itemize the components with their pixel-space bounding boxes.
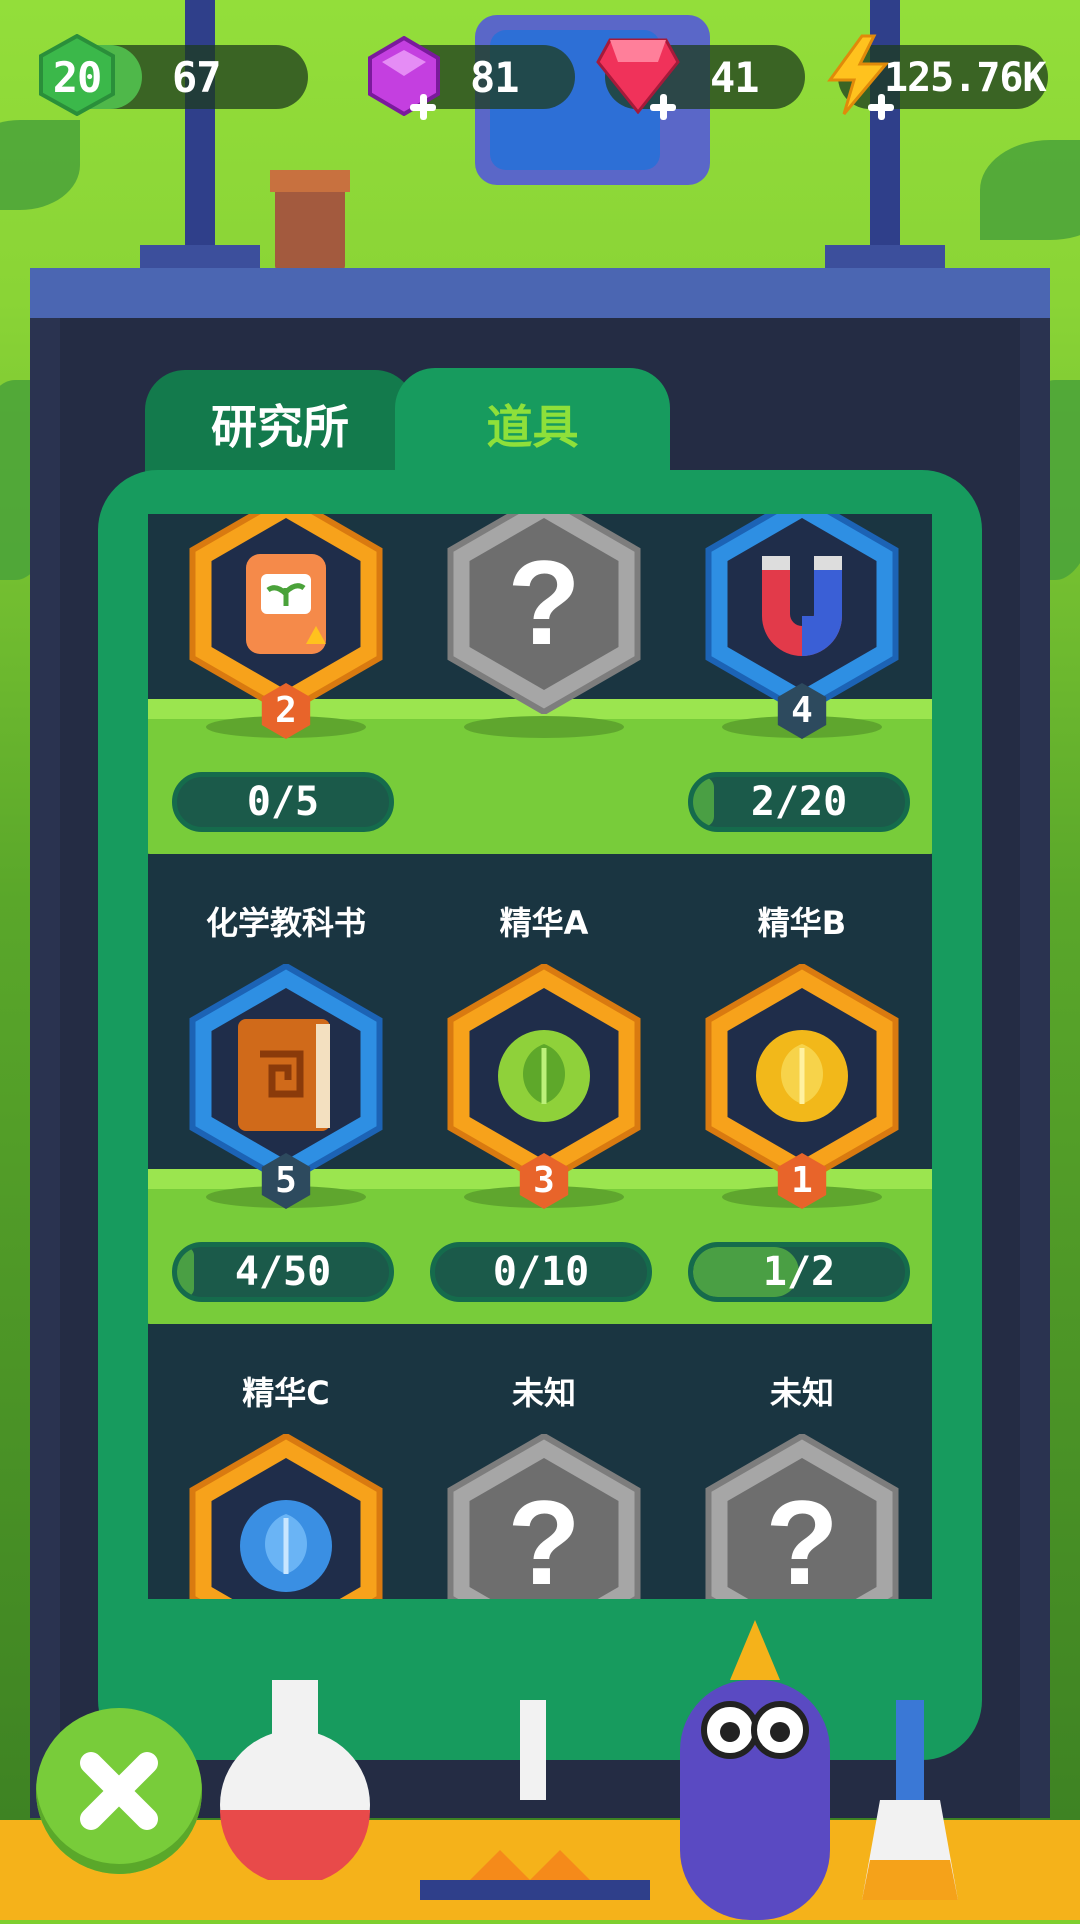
item-level-value: 4 xyxy=(791,690,813,731)
item-slot[interactable] xyxy=(434,964,654,1184)
yellow-essence-icon xyxy=(756,1030,848,1122)
item-level-badge: 5 xyxy=(256,1152,316,1210)
blue-essence-icon xyxy=(240,1500,332,1592)
item-level-value: 1 xyxy=(791,1160,813,1201)
item-name: 未知 xyxy=(769,1374,834,1412)
item-slot[interactable] xyxy=(692,964,912,1184)
item-name: 精华B xyxy=(757,904,847,942)
item-slot[interactable]: ? xyxy=(434,514,654,714)
add-purple-gem-icon[interactable] xyxy=(410,94,436,120)
monster-scientist xyxy=(660,1620,850,1920)
item-progress-bar: 1/2 xyxy=(688,1242,910,1302)
item-progress-bar: 2/20 xyxy=(688,772,910,832)
svg-text:?: ? xyxy=(507,536,580,670)
add-red-gem-icon[interactable] xyxy=(650,94,676,120)
item-level-badge: 1 xyxy=(772,1152,832,1210)
beaker-decoration xyxy=(860,1700,960,1900)
lab-stand-base xyxy=(825,245,945,270)
tab-items-label: 道具 xyxy=(486,400,579,454)
item-slot[interactable]: ? xyxy=(692,1434,912,1599)
plant-pot-rim xyxy=(270,170,350,192)
close-icon xyxy=(80,1752,158,1830)
item-progress-text: 4/50 xyxy=(234,1249,332,1295)
xp-value: 67 xyxy=(172,53,222,102)
item-level-value: 5 xyxy=(275,1160,297,1201)
question-mark-icon: ? xyxy=(765,1476,838,1599)
items-grid: 2 0/5 ? 4 2/20 化学教科书 5 4/50 精华A 3 0/10 精华B xyxy=(148,514,932,1599)
item-level-badge: 3 xyxy=(514,1152,574,1210)
item-level-badge: 4 xyxy=(772,682,832,740)
lab-stand-base xyxy=(140,245,260,270)
item-progress-bar: 4/50 xyxy=(172,1242,394,1302)
level-value: 20 xyxy=(52,53,103,102)
green-essence-icon xyxy=(498,1030,590,1122)
cabinet-top xyxy=(30,268,1050,318)
chemistry-book-icon xyxy=(238,1019,330,1131)
svg-text:?: ? xyxy=(507,1476,580,1599)
item-level-badge: 2 xyxy=(256,682,316,740)
item-slot[interactable] xyxy=(176,1434,396,1599)
item-progress-bar: 0/10 xyxy=(430,1242,652,1302)
item-name: 精华A xyxy=(499,904,589,942)
seed-bag-icon xyxy=(246,554,326,654)
close-button[interactable] xyxy=(36,1708,202,1874)
item-name: 未知 xyxy=(511,1374,576,1412)
item-slot[interactable] xyxy=(176,964,396,1184)
item-shadow xyxy=(464,716,624,738)
item-level-value: 3 xyxy=(533,1160,555,1201)
item-level-value: 2 xyxy=(275,690,297,731)
item-progress-text: 2/20 xyxy=(750,779,848,825)
lab-stand xyxy=(185,0,215,250)
item-slot[interactable]: ? xyxy=(434,1434,654,1599)
svg-text:?: ? xyxy=(765,1476,838,1599)
energy-value: 125.76K xyxy=(884,55,1047,101)
burner-stand xyxy=(410,1700,660,1900)
question-mark-icon: ? xyxy=(507,536,580,670)
tab-research-institute-label: 研究所 xyxy=(211,400,349,454)
item-progress-bar: 0/5 xyxy=(172,772,394,832)
red-gem-value: 41 xyxy=(710,53,760,102)
item-progress-text: 0/10 xyxy=(492,1249,590,1295)
item-progress-text: 0/5 xyxy=(246,779,320,825)
item-name: 化学教科书 xyxy=(205,904,366,942)
flask-decoration xyxy=(210,1680,380,1885)
question-mark-icon: ? xyxy=(507,1476,580,1599)
plant-pot xyxy=(275,185,345,270)
item-progress-text: 1/2 xyxy=(762,1249,836,1295)
purple-gem-value: 81 xyxy=(470,53,520,102)
item-name: 精华C xyxy=(242,1374,330,1412)
